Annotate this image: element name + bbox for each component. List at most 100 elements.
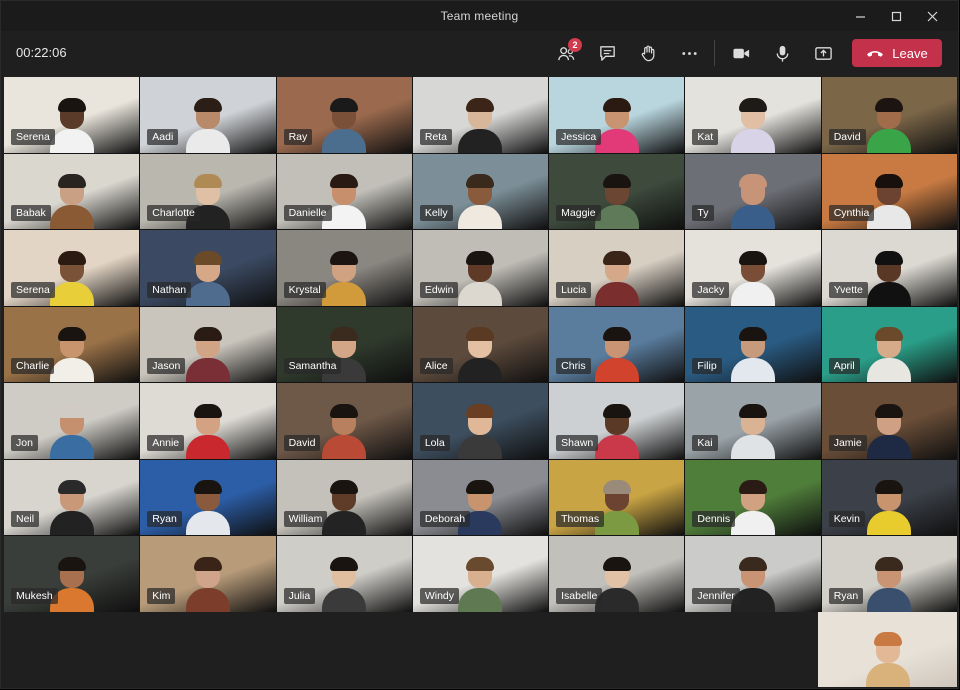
- participant-tile[interactable]: Neil: [4, 459, 140, 536]
- participant-name: Edwin: [419, 281, 459, 298]
- participant-tile[interactable]: David: [821, 77, 957, 153]
- participant-tile[interactable]: Kevin: [821, 459, 957, 536]
- participant-video: [185, 326, 230, 383]
- participant-grid: Serena Aadi Ray Reta Jessica Kat David Babak Cha…: [4, 77, 957, 612]
- close-button[interactable]: [914, 5, 950, 27]
- participant-tile[interactable]: Julia: [276, 536, 412, 612]
- participant-name: Serena: [11, 281, 55, 298]
- participant-name: Neil: [11, 511, 40, 528]
- participant-name: Ty: [692, 205, 714, 222]
- participant-tile[interactable]: Shawn: [549, 383, 685, 459]
- participant-tile[interactable]: Babak: [4, 153, 140, 230]
- participant-name: Deborah: [419, 511, 471, 528]
- participant-video: [458, 403, 503, 459]
- participant-tile[interactable]: Dennis: [685, 459, 821, 536]
- participant-tile[interactable]: Alice: [412, 306, 549, 383]
- participant-tile[interactable]: April: [821, 306, 957, 383]
- participant-video: [867, 556, 912, 612]
- participant-tile[interactable]: Mukesh: [4, 536, 140, 612]
- participant-tile[interactable]: Jamie: [821, 383, 957, 459]
- participant-name: Ryan: [147, 511, 182, 528]
- window-title: Team meeting: [440, 9, 519, 23]
- participant-tile[interactable]: Ryan: [140, 459, 276, 536]
- participant-tile[interactable]: Ty: [685, 153, 821, 230]
- participant-tile[interactable]: Jennifer: [685, 536, 821, 612]
- participant-video: [322, 403, 367, 459]
- participant-video: [594, 173, 639, 230]
- participant-tile[interactable]: Serena: [4, 230, 140, 306]
- participant-tile[interactable]: Kai: [685, 383, 821, 459]
- participant-name: Isabelle: [556, 587, 603, 604]
- participant-video: [865, 631, 910, 687]
- participant-name: Windy: [419, 587, 460, 604]
- participant-video: [867, 479, 912, 536]
- microphone-button[interactable]: [762, 37, 803, 69]
- participant-tile[interactable]: Nathan: [140, 230, 276, 306]
- chat-button[interactable]: [587, 37, 628, 69]
- participant-name: Yvette: [828, 281, 868, 298]
- participant-name: Nathan: [147, 281, 192, 298]
- participant-name: Annie: [147, 434, 185, 451]
- participant-tile[interactable]: Serena: [4, 77, 140, 153]
- chat-icon: [600, 45, 615, 61]
- participant-name: David: [828, 128, 866, 145]
- participant-tile[interactable]: Ryan: [821, 536, 957, 612]
- leave-button[interactable]: Leave: [852, 39, 942, 67]
- participant-name: Reta: [419, 128, 453, 145]
- participant-tile[interactable]: Charlie: [4, 306, 140, 383]
- window-controls: [842, 5, 950, 27]
- participant-tile[interactable]: Jason: [140, 306, 276, 383]
- participant-name: Jacky: [692, 281, 730, 298]
- participant-name: Alice: [419, 358, 453, 375]
- participant-tile[interactable]: Kim: [140, 536, 276, 612]
- participant-tile[interactable]: David: [276, 383, 412, 459]
- maximize-button[interactable]: [878, 5, 914, 27]
- participant-video: [185, 479, 230, 536]
- participant-name: Ray: [283, 128, 313, 145]
- participant-tile[interactable]: Yvette: [821, 230, 957, 306]
- participant-video: [185, 97, 230, 153]
- minimize-icon: [855, 15, 865, 18]
- participant-tile[interactable]: Filip: [685, 306, 821, 383]
- participant-video: [731, 326, 776, 383]
- participant-tile[interactable]: Cynthia: [821, 153, 957, 230]
- participant-tile[interactable]: Krystal: [276, 230, 412, 306]
- participant-video: [458, 97, 503, 153]
- participant-name: Aadi: [147, 128, 179, 145]
- participant-tile[interactable]: Aadi: [140, 77, 276, 153]
- share-screen-button[interactable]: [803, 37, 844, 69]
- participant-name: Jason: [147, 358, 186, 375]
- participant-tile[interactable]: Jessica: [549, 77, 685, 153]
- more-actions-button[interactable]: [669, 37, 710, 69]
- meeting-timer: 00:22:06: [16, 45, 67, 60]
- participant-tile[interactable]: Edwin: [412, 230, 549, 306]
- participant-tile[interactable]: Samantha: [276, 306, 412, 383]
- participant-tile[interactable]: Danielle: [276, 153, 412, 230]
- participant-tile[interactable]: Windy: [412, 536, 549, 612]
- participant-tile[interactable]: Reta: [412, 77, 549, 153]
- participant-tile[interactable]: Lucia: [549, 230, 685, 306]
- participant-tile[interactable]: Jon: [4, 383, 140, 459]
- participant-name: Kim: [147, 587, 176, 604]
- participant-tile[interactable]: Deborah: [412, 459, 549, 536]
- participants-button[interactable]: 2: [546, 37, 587, 69]
- participant-tile[interactable]: Kelly: [412, 153, 549, 230]
- participant-tile[interactable]: Maggie: [549, 153, 685, 230]
- participant-name: Ryan: [828, 587, 864, 604]
- participant-tile[interactable]: William: [276, 459, 412, 536]
- participant-tile[interactable]: Charlotte: [140, 153, 276, 230]
- participant-tile[interactable]: Annie: [140, 383, 276, 459]
- participant-tile[interactable]: Jacky: [685, 230, 821, 306]
- minimize-button[interactable]: [842, 5, 878, 27]
- participant-tile[interactable]: Ray: [276, 77, 412, 153]
- participant-tile[interactable]: Thomas: [549, 459, 685, 536]
- raise-hand-button[interactable]: [628, 37, 669, 69]
- camera-button[interactable]: [721, 37, 762, 69]
- participant-tile[interactable]: Chris: [549, 306, 685, 383]
- participant-tile[interactable]: Kat: [685, 77, 821, 153]
- extra-participant-tile[interactable]: [818, 612, 957, 687]
- participant-tile[interactable]: Isabelle: [549, 536, 685, 612]
- meeting-toolbar: 00:22:06 2 Leave: [1, 31, 958, 75]
- participant-tile[interactable]: Lola: [412, 383, 549, 459]
- participant-video: [322, 250, 367, 306]
